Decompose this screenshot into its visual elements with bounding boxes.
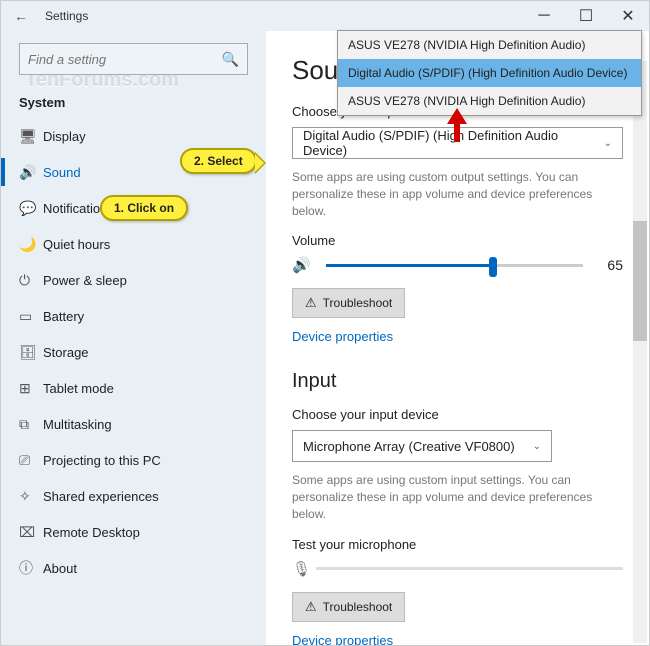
callout-select: 2. Select [180,148,257,174]
sidebar-item-battery[interactable]: ▭Battery [1,298,266,334]
warning-icon: ⚠ [305,295,317,311]
nav-label: Multitasking [43,417,112,432]
sidebar-item-tablet-mode[interactable]: ⊞Tablet mode [1,370,266,406]
sidebar-item-multitasking[interactable]: ⧉Multitasking [1,406,266,442]
nav-icon: ⓘ [19,558,43,578]
sidebar-item-shared-experiences[interactable]: ✧Shared experiences [1,478,266,514]
output-device-combo[interactable]: Digital Audio (S/PDIF) (High Definition … [292,127,623,159]
nav-label: Storage [43,345,89,360]
sidebar-item-projecting-to-this-pc[interactable]: ⎚Projecting to this PC [1,442,266,478]
nav-label: Remote Desktop [43,525,140,540]
maximize-button[interactable]: ☐ [565,1,607,31]
nav-label: Tablet mode [43,381,114,396]
input-heading: Input [292,370,623,393]
nav-icon: 🗄 [19,344,43,361]
volume-value: 65 [593,257,623,273]
nav-icon: 🌙 [19,236,43,253]
dropdown-option[interactable]: ASUS VE278 (NVIDIA High Definition Audio… [338,31,641,59]
microphone-icon: 🎙 [292,560,316,578]
category-heading: System [1,83,266,118]
output-troubleshoot-button[interactable]: ⚠ Troubleshoot [292,288,405,318]
nav-label: Sound [43,165,81,180]
sidebar-item-storage[interactable]: 🗄Storage [1,334,266,370]
output-device-properties-link[interactable]: Device properties [292,329,393,344]
sidebar-item-power-sleep[interactable]: ⏻Power & sleep [1,262,266,298]
dropdown-option[interactable]: Digital Audio (S/PDIF) (High Definition … [338,59,641,87]
scrollbar-thumb[interactable] [633,221,647,341]
test-mic-label: Test your microphone [292,537,623,552]
nav-label: About [43,561,77,576]
nav-icon: ⎚ [19,452,43,469]
volume-label: Volume [292,233,623,248]
chevron-down-icon: ⌄ [604,138,612,149]
nav-icon: 💬 [19,200,43,217]
nav-label: Shared experiences [43,489,159,504]
search-icon: 🔍 [222,51,239,68]
nav-label: Battery [43,309,84,324]
input-troubleshoot-button[interactable]: ⚠ Troubleshoot [292,592,405,622]
nav-icon: ⏻ [19,272,43,289]
callout-click-on: 1. Click on [100,195,188,221]
nav-icon: ⌧ [19,524,43,541]
input-device-selected: Microphone Array (Creative VF0800) [303,439,515,454]
sidebar-item-about[interactable]: ⓘAbout [1,550,266,586]
volume-slider[interactable] [326,264,583,267]
output-device-selected: Digital Audio (S/PDIF) (High Definition … [303,128,604,158]
mic-level-bar [316,567,623,570]
output-hint: Some apps are using custom output settin… [292,169,623,219]
input-device-properties-link[interactable]: Device properties [292,633,393,645]
minimize-button[interactable]: ─ [523,1,565,31]
nav-icon: ⧉ [19,416,43,433]
speaker-icon: 🔊 [292,256,316,274]
input-device-combo[interactable]: Microphone Array (Creative VF0800) ⌄ [292,430,552,462]
warning-icon: ⚠ [305,599,317,615]
nav-label: Power & sleep [43,273,127,288]
nav-label: Display [43,129,86,144]
search-box[interactable]: 🔍 [19,43,248,75]
output-device-dropdown[interactable]: ASUS VE278 (NVIDIA High Definition Audio… [337,30,642,116]
dropdown-option[interactable]: ASUS VE278 (NVIDIA High Definition Audio… [338,87,641,115]
nav-icon: ▭ [19,308,43,325]
nav-icon: 🖥 [19,128,43,145]
window-title: Settings [41,9,88,23]
back-button[interactable]: ← [1,8,41,24]
close-button[interactable]: ✕ [607,1,649,31]
search-input[interactable] [28,52,222,67]
sidebar-item-quiet-hours[interactable]: 🌙Quiet hours [1,226,266,262]
nav-label: Projecting to this PC [43,453,161,468]
nav-icon: ⊞ [19,380,43,397]
nav-icon: ✧ [19,488,43,505]
nav-icon: 🔊 [19,164,43,181]
sidebar: TenForums.com 🔍 System 🖥Display🔊Sound💬No… [1,31,266,645]
scrollbar[interactable] [633,61,647,643]
input-choose-label: Choose your input device [292,407,623,422]
input-hint: Some apps are using custom input setting… [292,472,623,522]
nav-label: Quiet hours [43,237,110,252]
chevron-down-icon: ⌄ [533,441,541,452]
content-pane: Sound Choose your output device Digital … [266,31,649,645]
titlebar: ← Settings ─ ☐ ✕ [1,1,649,31]
sidebar-item-remote-desktop[interactable]: ⌧Remote Desktop [1,514,266,550]
